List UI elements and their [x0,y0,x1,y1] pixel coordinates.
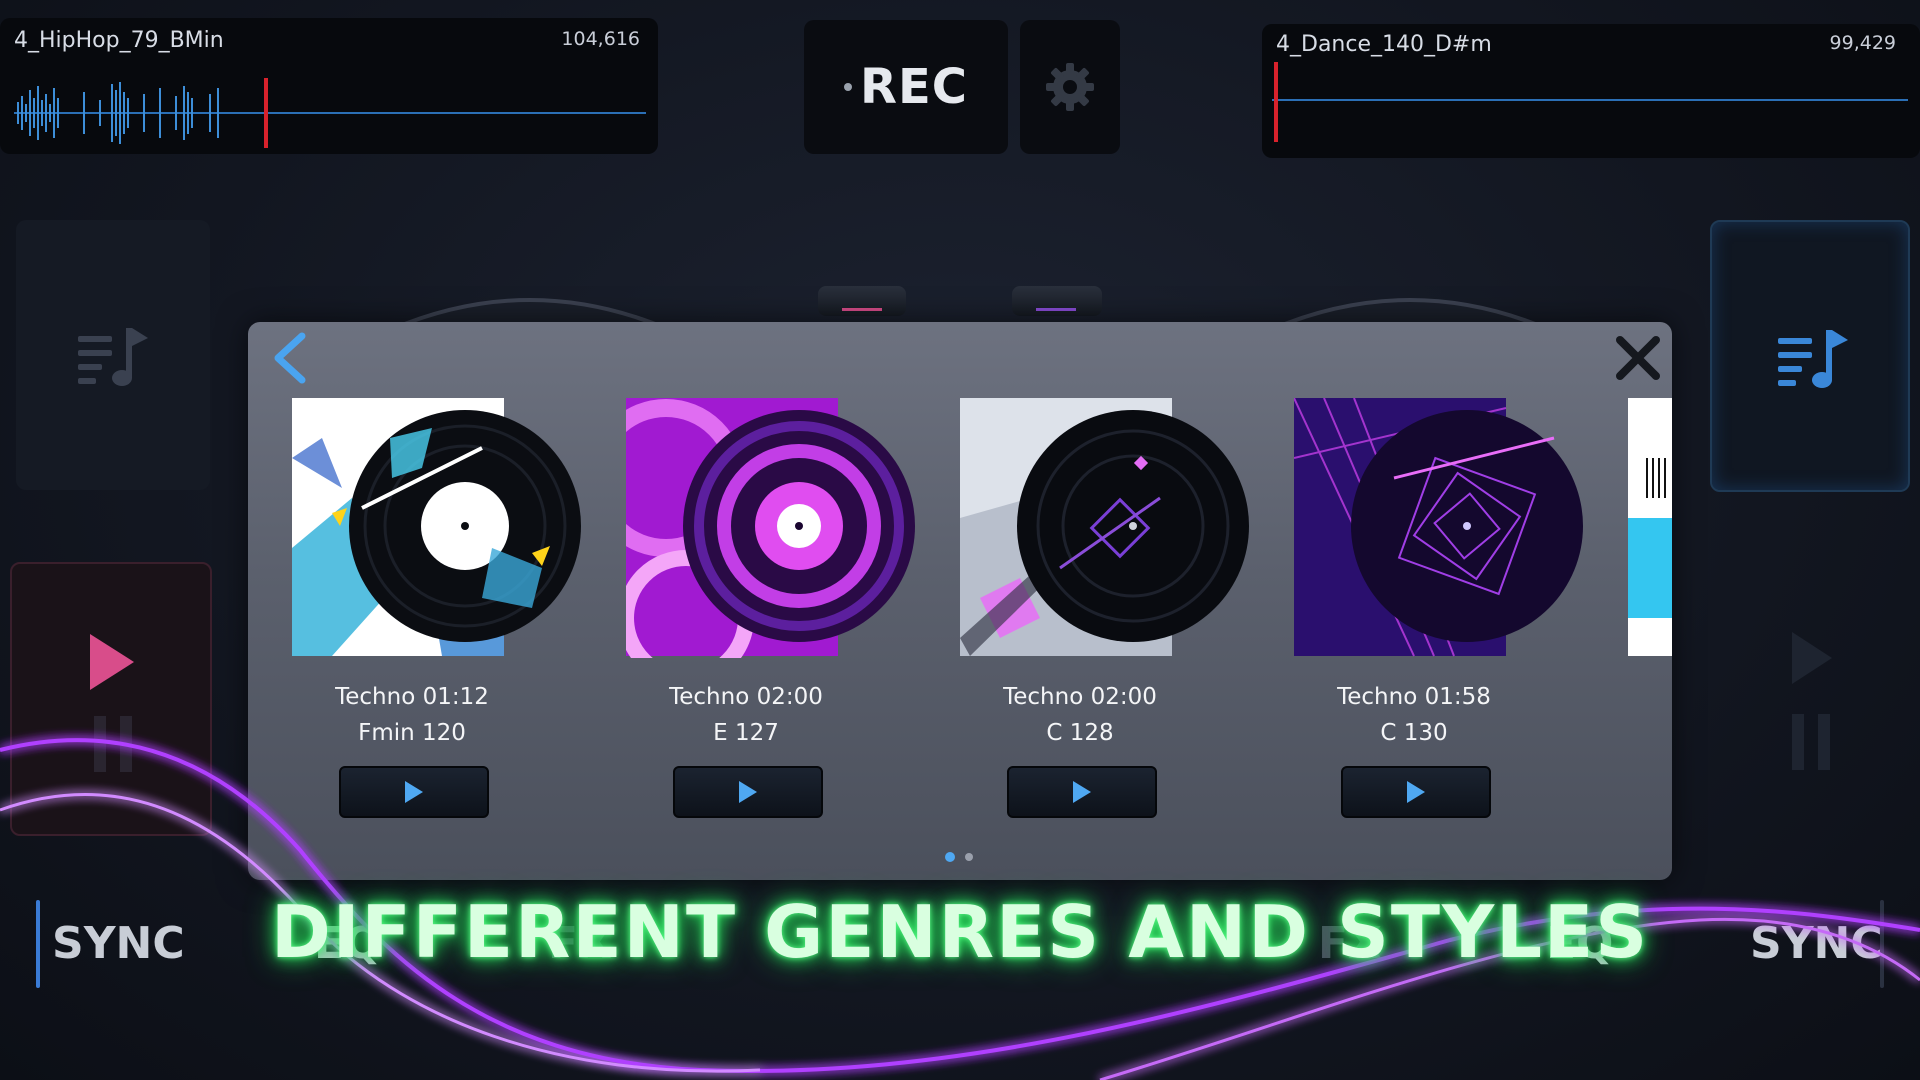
deck-right-track-name: 4_Dance_140_D#m [1276,32,1492,57]
sample-play-button[interactable] [1007,766,1157,818]
promo-headline: DIFFERENT GENRES AND STYLES [270,890,1650,974]
sample-title: Techno 01:58 [1337,684,1491,710]
pause-icon[interactable] [1790,712,1834,772]
pagination-dot[interactable] [965,853,973,861]
pagination-dot-active[interactable] [945,852,955,862]
deck-right-track-count: 99,429 [1829,32,1896,54]
deck-left-waveform-graphic [14,78,646,148]
settings-button[interactable] [1020,20,1120,154]
deck-left-track-count: 104,616 [561,28,640,50]
pitch-handle-left-marker [842,308,882,311]
close-icon[interactable] [1614,334,1662,382]
album-cover [292,398,581,656]
sample-meta: C 130 [1380,720,1448,746]
album-cover [960,398,1249,656]
sample-play-button[interactable] [673,766,823,818]
left-playlist-panel[interactable] [16,220,210,490]
right-transport-panel[interactable] [1710,560,1908,830]
album-cover [626,398,915,658]
playlist-icon [78,328,148,386]
album-cover [1294,398,1583,657]
pitch-handle-right-marker [1036,308,1076,311]
pause-icon[interactable] [92,714,136,774]
sample-title: Techno 02:00 [1003,684,1157,710]
play-icon [405,781,423,803]
back-arrow-icon[interactable] [268,332,312,384]
sample-title: Techno 01:12 [335,684,489,710]
deck-left-track-name: 4_HipHop_79_BMin [14,28,224,53]
record-dot-icon [844,83,852,91]
pitch-handle-left[interactable] [818,286,906,316]
record-label: REC [860,59,968,115]
play-icon [1407,781,1425,803]
sample-library-dialog: Techno 01:12 Fmin 120 Techno 02:00 E 127 [248,322,1672,880]
play-icon [739,781,757,803]
play-icon [1073,781,1091,803]
sample-play-button[interactable] [1341,766,1491,818]
playlist-icon [1778,330,1848,388]
right-playlist-panel[interactable] [1710,220,1910,492]
sample-meta: Fmin 120 [358,720,466,746]
deck-left-waveform[interactable]: 4_HipHop_79_BMin 104,616 [0,18,658,154]
gear-icon [1046,63,1094,111]
sample-play-button[interactable] [339,766,489,818]
pitch-handle-right[interactable] [1012,286,1102,316]
album-cover-partial[interactable] [1628,398,1672,656]
record-button[interactable]: REC [804,20,1008,154]
play-icon[interactable] [1790,630,1836,686]
sample-title: Techno 02:00 [669,684,823,710]
deck-right-waveform-graphic [1272,62,1908,142]
deck-right-waveform[interactable]: 4_Dance_140_D#m 99,429 [1262,24,1920,158]
left-transport-panel[interactable] [10,562,212,836]
play-icon[interactable] [88,632,138,692]
sample-meta: C 128 [1046,720,1114,746]
sample-meta: E 127 [713,720,779,746]
